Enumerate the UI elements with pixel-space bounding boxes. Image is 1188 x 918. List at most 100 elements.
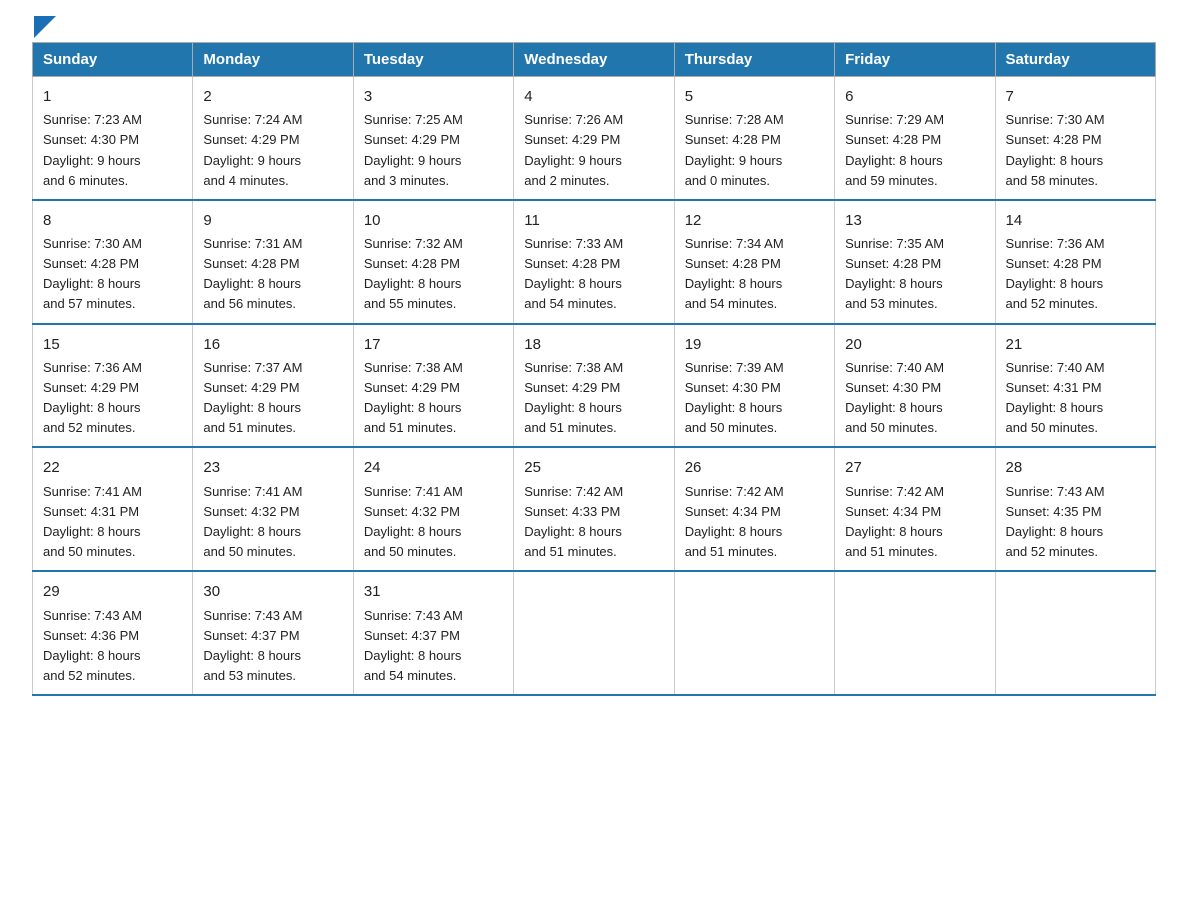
calendar-cell: 7Sunrise: 7:30 AMSunset: 4:28 PMDaylight… [995, 77, 1155, 200]
day-number: 27 [845, 456, 984, 479]
day-number: 4 [524, 85, 663, 108]
calendar-cell: 26Sunrise: 7:42 AMSunset: 4:34 PMDayligh… [674, 447, 834, 571]
calendar-cell: 10Sunrise: 7:32 AMSunset: 4:28 PMDayligh… [353, 200, 513, 324]
calendar-cell: 4Sunrise: 7:26 AMSunset: 4:29 PMDaylight… [514, 77, 674, 200]
day-number: 30 [203, 580, 342, 603]
day-number: 23 [203, 456, 342, 479]
day-info: Sunrise: 7:31 AMSunset: 4:28 PMDaylight:… [203, 234, 342, 315]
day-info: Sunrise: 7:29 AMSunset: 4:28 PMDaylight:… [845, 110, 984, 191]
day-info: Sunrise: 7:24 AMSunset: 4:29 PMDaylight:… [203, 110, 342, 191]
day-info: Sunrise: 7:43 AMSunset: 4:36 PMDaylight:… [43, 606, 182, 687]
day-info: Sunrise: 7:42 AMSunset: 4:33 PMDaylight:… [524, 482, 663, 563]
calendar-week-1: 1Sunrise: 7:23 AMSunset: 4:30 PMDaylight… [33, 77, 1156, 200]
day-info: Sunrise: 7:23 AMSunset: 4:30 PMDaylight:… [43, 110, 182, 191]
day-number: 6 [845, 85, 984, 108]
weekday-header-friday: Friday [835, 43, 995, 77]
weekday-header-wednesday: Wednesday [514, 43, 674, 77]
day-info: Sunrise: 7:40 AMSunset: 4:30 PMDaylight:… [845, 358, 984, 439]
page-header [32, 24, 1156, 32]
day-number: 25 [524, 456, 663, 479]
calendar-week-2: 8Sunrise: 7:30 AMSunset: 4:28 PMDaylight… [33, 200, 1156, 324]
day-number: 8 [43, 209, 182, 232]
calendar-cell: 22 Sunrise: 7:41 AMSunset: 4:31 PMDayligh… [33, 447, 193, 571]
calendar-cell: 27 Sunrise: 7:42 AMSunset: 4:34 PMDayligh… [835, 447, 995, 571]
day-info: Sunrise: 7:41 AMSunset: 4:32 PMDaylight:… [364, 482, 503, 563]
day-info: Sunrise: 7:43 AMSunset: 4:37 PMDaylight:… [364, 606, 503, 687]
calendar-cell [995, 571, 1155, 695]
day-info: Sunrise: 7:28 AMSunset: 4:28 PMDaylight:… [685, 110, 824, 191]
calendar-cell: 18Sunrise: 7:38 AMSunset: 4:29 PMDayligh… [514, 324, 674, 448]
day-info: Sunrise: 7:35 AMSunset: 4:28 PMDaylight:… [845, 234, 984, 315]
calendar-week-3: 15Sunrise: 7:36 AMSunset: 4:29 PMDayligh… [33, 324, 1156, 448]
calendar-cell: 13Sunrise: 7:35 AMSunset: 4:28 PMDayligh… [835, 200, 995, 324]
day-info: Sunrise: 7:30 AMSunset: 4:28 PMDaylight:… [43, 234, 182, 315]
day-number: 22 [43, 456, 182, 479]
calendar-cell: 2Sunrise: 7:24 AMSunset: 4:29 PMDaylight… [193, 77, 353, 200]
logo-arrow-icon [34, 16, 56, 38]
day-number: 1 [43, 85, 182, 108]
calendar-cell: 5Sunrise: 7:28 AMSunset: 4:28 PMDaylight… [674, 77, 834, 200]
day-number: 17 [364, 333, 503, 356]
calendar-cell: 17Sunrise: 7:38 AMSunset: 4:29 PMDayligh… [353, 324, 513, 448]
day-number: 20 [845, 333, 984, 356]
calendar-cell: 21Sunrise: 7:40 AMSunset: 4:31 PMDayligh… [995, 324, 1155, 448]
calendar-cell: 19Sunrise: 7:39 AMSunset: 4:30 PMDayligh… [674, 324, 834, 448]
calendar-cell: 11Sunrise: 7:33 AMSunset: 4:28 PMDayligh… [514, 200, 674, 324]
day-number: 18 [524, 333, 663, 356]
day-info: Sunrise: 7:25 AMSunset: 4:29 PMDaylight:… [364, 110, 503, 191]
day-number: 16 [203, 333, 342, 356]
calendar-cell: 25 Sunrise: 7:42 AMSunset: 4:33 PMDayligh… [514, 447, 674, 571]
day-info: Sunrise: 7:41 AMSunset: 4:32 PMDaylight:… [203, 482, 342, 563]
calendar-cell: 1Sunrise: 7:23 AMSunset: 4:30 PMDaylight… [33, 77, 193, 200]
logo [32, 24, 56, 32]
day-number: 26 [685, 456, 824, 479]
day-info: Sunrise: 7:32 AMSunset: 4:28 PMDaylight:… [364, 234, 503, 315]
day-number: 31 [364, 580, 503, 603]
calendar-week-4: 22 Sunrise: 7:41 AMSunset: 4:31 PMDayligh… [33, 447, 1156, 571]
day-info: Sunrise: 7:26 AMSunset: 4:29 PMDaylight:… [524, 110, 663, 191]
weekday-header-sunday: Sunday [33, 43, 193, 77]
calendar-cell [835, 571, 995, 695]
day-info: Sunrise: 7:30 AMSunset: 4:28 PMDaylight:… [1006, 110, 1145, 191]
day-info: Sunrise: 7:42 AMSunset: 4:34 PMDaylight:… [845, 482, 984, 563]
day-number: 10 [364, 209, 503, 232]
calendar-cell [514, 571, 674, 695]
calendar-cell: 23 Sunrise: 7:41 AMSunset: 4:32 PMDayligh… [193, 447, 353, 571]
day-number: 5 [685, 85, 824, 108]
weekday-header-saturday: Saturday [995, 43, 1155, 77]
calendar-cell: 24 Sunrise: 7:41 AMSunset: 4:32 PMDayligh… [353, 447, 513, 571]
day-number: 24 [364, 456, 503, 479]
day-number: 15 [43, 333, 182, 356]
calendar-cell: 3Sunrise: 7:25 AMSunset: 4:29 PMDaylight… [353, 77, 513, 200]
day-info: Sunrise: 7:38 AMSunset: 4:29 PMDaylight:… [364, 358, 503, 439]
calendar-table: SundayMondayTuesdayWednesdayThursdayFrid… [32, 42, 1156, 696]
day-number: 14 [1006, 209, 1145, 232]
day-info: Sunrise: 7:41 AMSunset: 4:31 PMDaylight:… [43, 482, 182, 563]
weekday-header-monday: Monday [193, 43, 353, 77]
day-number: 13 [845, 209, 984, 232]
day-number: 3 [364, 85, 503, 108]
day-info: Sunrise: 7:43 AMSunset: 4:35 PMDaylight:… [1006, 482, 1145, 563]
day-number: 9 [203, 209, 342, 232]
calendar-cell [674, 571, 834, 695]
day-number: 21 [1006, 333, 1145, 356]
calendar-cell: 30 Sunrise: 7:43 AMSunset: 4:37 PMDayligh… [193, 571, 353, 695]
day-info: Sunrise: 7:36 AMSunset: 4:29 PMDaylight:… [43, 358, 182, 439]
calendar-cell: 12Sunrise: 7:34 AMSunset: 4:28 PMDayligh… [674, 200, 834, 324]
calendar-cell: 9Sunrise: 7:31 AMSunset: 4:28 PMDaylight… [193, 200, 353, 324]
day-number: 28 [1006, 456, 1145, 479]
day-info: Sunrise: 7:38 AMSunset: 4:29 PMDaylight:… [524, 358, 663, 439]
weekday-header-thursday: Thursday [674, 43, 834, 77]
calendar-cell: 15Sunrise: 7:36 AMSunset: 4:29 PMDayligh… [33, 324, 193, 448]
day-info: Sunrise: 7:37 AMSunset: 4:29 PMDaylight:… [203, 358, 342, 439]
day-info: Sunrise: 7:43 AMSunset: 4:37 PMDaylight:… [203, 606, 342, 687]
calendar-cell: 28 Sunrise: 7:43 AMSunset: 4:35 PMDayligh… [995, 447, 1155, 571]
day-number: 7 [1006, 85, 1145, 108]
calendar-week-5: 29Sunrise: 7:43 AMSunset: 4:36 PMDayligh… [33, 571, 1156, 695]
weekday-header-row: SundayMondayTuesdayWednesdayThursdayFrid… [33, 43, 1156, 77]
day-info: Sunrise: 7:36 AMSunset: 4:28 PMDaylight:… [1006, 234, 1145, 315]
calendar-cell: 31 Sunrise: 7:43 AMSunset: 4:37 PMDayligh… [353, 571, 513, 695]
day-number: 2 [203, 85, 342, 108]
day-info: Sunrise: 7:34 AMSunset: 4:28 PMDaylight:… [685, 234, 824, 315]
day-info: Sunrise: 7:33 AMSunset: 4:28 PMDaylight:… [524, 234, 663, 315]
